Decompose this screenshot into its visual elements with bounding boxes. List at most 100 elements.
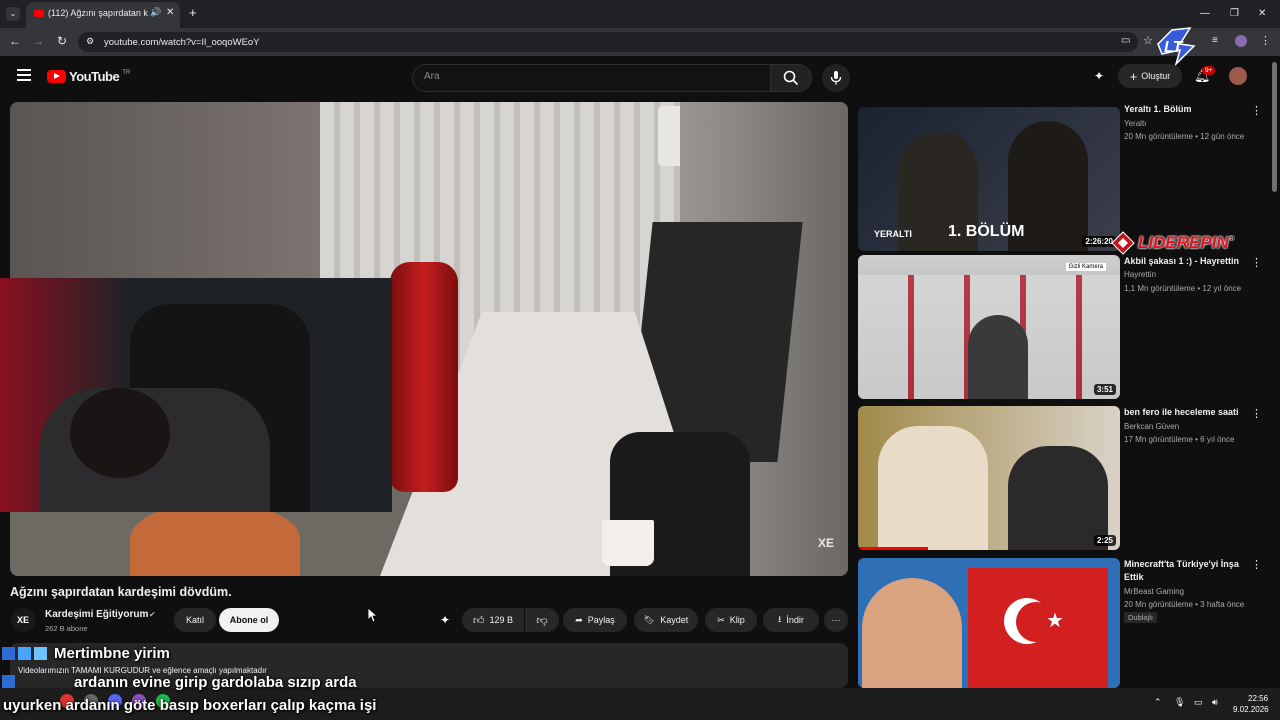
mouse-cursor-icon [367, 607, 379, 627]
join-label: Katıl [185, 615, 204, 625]
taskbar-date[interactable]: 9.02.2026 [1233, 705, 1269, 714]
download-button[interactable]: ⭳ İndir [763, 608, 819, 632]
cast-icon[interactable]: ▭ [1121, 35, 1130, 46]
clip-button[interactable]: ✂ Klip [705, 608, 757, 632]
tab-audio-icon: 🔊 [150, 7, 162, 17]
overlay-badge-icon [2, 647, 15, 660]
thumbs-down-icon: 👎︎ [536, 614, 548, 627]
rec-channel[interactable]: MrBeast Gaming [1124, 587, 1184, 596]
rec-menu-icon[interactable]: ⋮ [1251, 256, 1262, 269]
tray-mic-icon[interactable]: 🎙︎ [1174, 697, 1185, 708]
thumb-episode: 1. BÖLÜM [948, 223, 1025, 240]
video-cup [602, 520, 654, 566]
rec-menu-icon[interactable]: ⋮ [1251, 407, 1262, 420]
rec-title[interactable]: ben fero ile heceleme saati [1124, 406, 1249, 419]
new-tab-button[interactable]: + [189, 5, 197, 20]
tab-search-button[interactable]: ⌄ [6, 7, 20, 21]
channel-name[interactable]: Kardeşimi Eğitiyorum [45, 609, 148, 620]
like-button[interactable]: 👍︎ 129 B [462, 608, 524, 632]
verified-icon: ✔ [149, 610, 156, 619]
rec-title[interactable]: Akbil şakası 1 :) - Hayrettin [1124, 255, 1249, 268]
join-button[interactable]: Katıl [174, 608, 216, 632]
search-input[interactable] [412, 64, 772, 92]
rec-channel[interactable]: Yeraltı [1124, 119, 1146, 128]
subscriber-count: 262 B abone [45, 624, 88, 633]
overlay-badge-icon [2, 675, 15, 688]
minimize-button[interactable]: — [1200, 8, 1210, 19]
save-button[interactable]: 🔖︎ Kaydet [634, 608, 698, 632]
streamer-logo: LT [1150, 24, 1200, 68]
rec-title[interactable]: Minecraft'ta Türkiye'yi İnşa Ettik [1124, 558, 1249, 584]
overlay-badge-icon [18, 647, 31, 660]
liderepin-logo: LIDEREPIN ® [1110, 230, 1235, 256]
rec-menu-icon[interactable]: ⋮ [1251, 104, 1262, 117]
share-button[interactable]: ➦ Paylaş [563, 608, 627, 632]
duration-badge: 2:25 [1093, 535, 1116, 546]
video-soda-bottle [390, 262, 458, 492]
taskbar-time[interactable]: 22:56 [1248, 694, 1268, 703]
dubbed-label: Dublajlı [1128, 613, 1154, 622]
like-count: 129 B [489, 615, 514, 625]
scissors-icon: ✂ [717, 614, 725, 625]
thumb-flag: ★ [968, 568, 1108, 688]
browser-menu-icon[interactable]: ⋮ [1260, 34, 1271, 47]
account-avatar[interactable] [1229, 67, 1247, 85]
video-title: Ağzını şapırdatan kardeşimi dövdüm. [10, 585, 232, 599]
channel-avatar[interactable]: XE [11, 608, 35, 632]
sparkle-icon[interactable]: ✦ [1094, 69, 1104, 83]
rec-channel[interactable]: Hayrettin [1124, 270, 1156, 279]
rec-menu-icon[interactable]: ⋮ [1251, 558, 1262, 571]
thumb-person [862, 578, 962, 688]
tab-close-icon[interactable]: ✕ [166, 7, 174, 18]
search-placeholder: Ara [424, 71, 440, 82]
tray-volume-icon[interactable]: 🔊︎ [1212, 697, 1218, 708]
close-window-button[interactable]: ✕ [1258, 8, 1266, 19]
ask-sparkle-icon[interactable]: ✦ [440, 613, 450, 627]
webcam-head [70, 388, 170, 478]
dubbed-badge: Dublajlı [1124, 612, 1158, 623]
site-info-icon[interactable]: ⚙ [86, 36, 94, 47]
thumb-label: Gizli Kamera [1065, 263, 1106, 271]
overlay-icons [2, 647, 47, 660]
microphone-icon [830, 71, 842, 85]
share-icon: ➦ [575, 614, 583, 625]
reading-list-icon[interactable]: ≡ [1212, 35, 1218, 46]
download-label: İndir [786, 615, 804, 625]
profile-avatar[interactable] [1235, 35, 1247, 47]
rec-thumbnail[interactable]: ★ [858, 558, 1120, 688]
rec-thumbnail[interactable]: 2:25 [858, 406, 1120, 550]
share-label: Paylaş [587, 615, 615, 625]
dislike-button[interactable]: 👎︎ [525, 608, 559, 632]
thumb-person [968, 315, 1028, 399]
subscribe-button[interactable]: Abone ol [219, 608, 279, 632]
more-actions-button[interactable]: ⋯ [824, 608, 848, 632]
youtube-logo[interactable]: YouTube TR [47, 69, 130, 84]
page-scrollbar[interactable] [1272, 62, 1277, 192]
maximize-button[interactable]: ❐ [1230, 8, 1239, 19]
rec-channel[interactable]: Berkcan Güven [1124, 422, 1179, 431]
plus-icon: + [1129, 68, 1138, 84]
create-label: Oluştur [1141, 71, 1171, 81]
hamburger-menu-icon[interactable] [17, 69, 31, 81]
forward-button[interactable]: → [32, 34, 44, 48]
search-button[interactable] [770, 64, 812, 92]
streamer-webcam [0, 278, 392, 512]
rec-thumbnail[interactable]: Gizli Kamera 3:51 [858, 255, 1120, 399]
voice-search-button[interactable] [822, 64, 850, 92]
rec-meta: 20 Mn görüntüleme • 12 gün önce [1124, 132, 1245, 141]
tray-display-icon[interactable]: ▭ [1194, 697, 1203, 708]
save-label: Kaydet [660, 615, 689, 625]
thumbs-up-icon: 👍︎ [472, 614, 485, 627]
create-button[interactable]: + Oluştur [1118, 64, 1182, 88]
rec-meta: 20 Mn görüntüleme • 3 hafta önce [1124, 600, 1245, 609]
notification-badge: 9+ [1202, 66, 1216, 75]
overlay-caption-line: ardanın evine girip gardolaba sızıp arda [74, 674, 357, 691]
rec-thumbnail[interactable]: YERALTI 1. BÖLÜM 2:26:20 [858, 107, 1120, 251]
tray-chevron-icon[interactable]: ⌃ [1154, 697, 1162, 708]
reload-button[interactable]: ↻ [57, 34, 67, 48]
rec-title[interactable]: Yeraltı 1. Bölüm [1124, 103, 1249, 116]
back-button[interactable]: ← [9, 34, 21, 48]
rec-meta: 1,1 Mn görüntüleme • 12 yıl önce [1124, 284, 1242, 293]
svg-text:LT: LT [1164, 39, 1184, 56]
thumb-brand: YERALTI [874, 229, 912, 239]
